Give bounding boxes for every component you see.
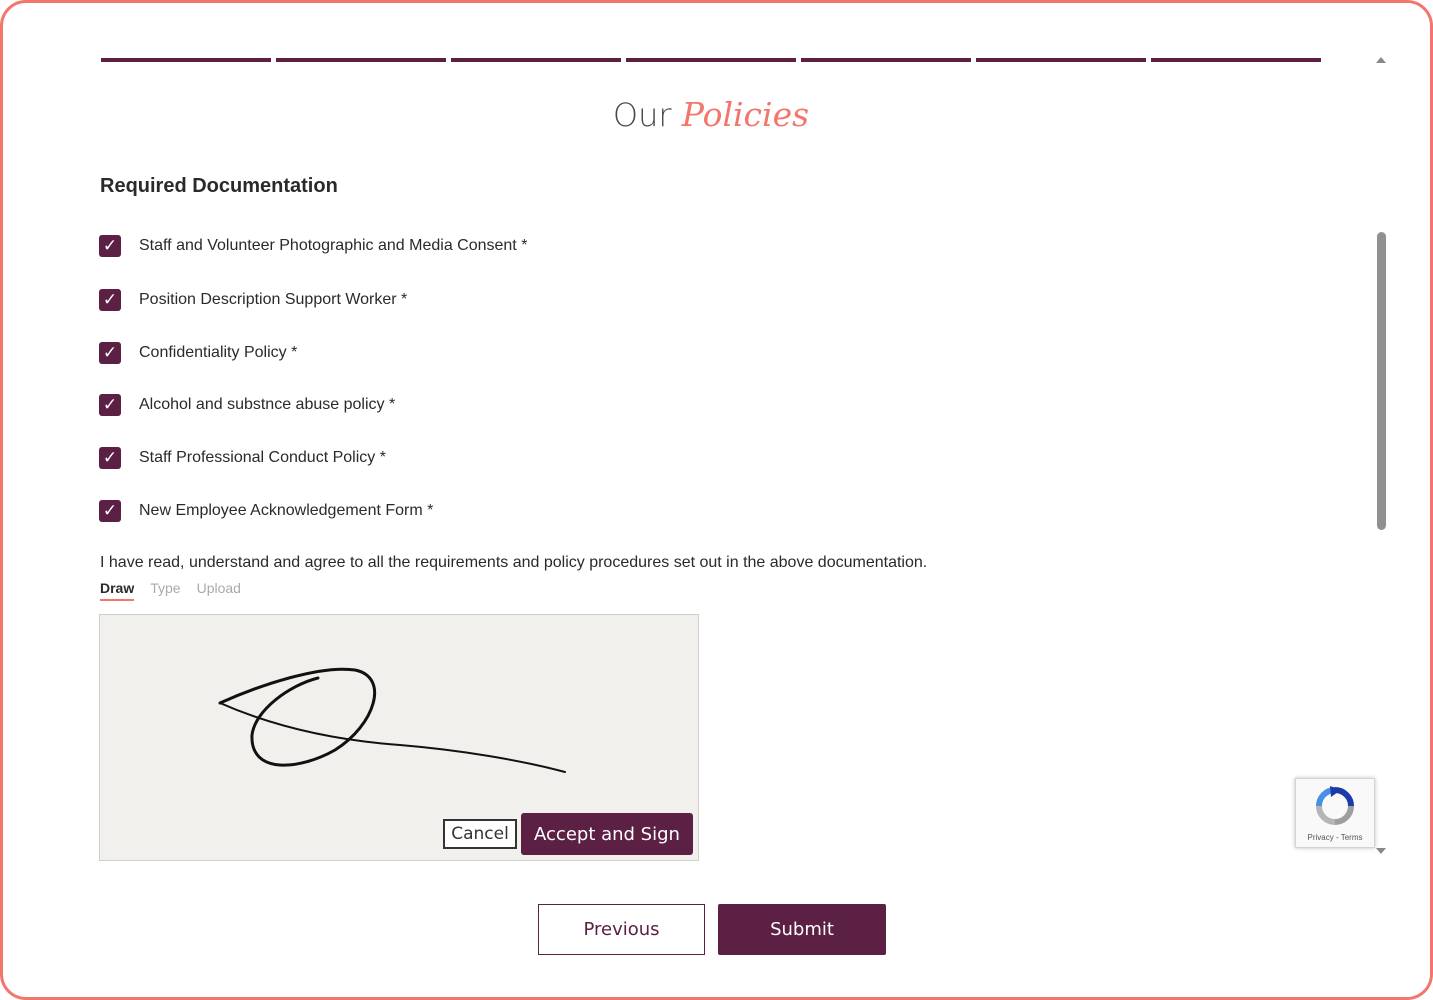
signature-cancel-button[interactable]: Cancel xyxy=(443,819,517,849)
document-label: Staff Professional Conduct Policy * xyxy=(139,449,386,466)
agreement-text: I have read, understand and agree to all… xyxy=(100,554,928,571)
scrollbar-thumb[interactable] xyxy=(1377,232,1386,530)
checkbox-checked[interactable]: ✓ xyxy=(99,500,121,522)
document-checkbox-position-description[interactable]: ✓ Position Description Support Worker * xyxy=(99,289,407,311)
progress-step xyxy=(451,58,621,62)
document-checkbox-conduct-policy[interactable]: ✓ Staff Professional Conduct Policy * xyxy=(99,447,386,469)
previous-button[interactable]: Previous xyxy=(538,904,705,955)
form-frame: Our Policies Required Documentation ✓ St… xyxy=(0,0,1433,1000)
document-checkbox-media-consent[interactable]: ✓ Staff and Volunteer Photographic and M… xyxy=(99,235,527,257)
scroll-down-arrow-icon[interactable] xyxy=(1376,848,1386,854)
check-icon: ✓ xyxy=(102,500,118,521)
progress-step xyxy=(801,58,971,62)
progress-bar xyxy=(101,58,1321,62)
check-icon: ✓ xyxy=(102,235,118,256)
check-icon: ✓ xyxy=(102,447,118,468)
progress-step xyxy=(626,58,796,62)
document-checkbox-alcohol-policy[interactable]: ✓ Alcohol and substnce abuse policy * xyxy=(99,394,395,416)
progress-step xyxy=(1151,58,1321,62)
accept-and-sign-button[interactable]: Accept and Sign xyxy=(521,813,693,855)
document-label: Alcohol and substnce abuse policy * xyxy=(139,396,396,413)
scroll-up-arrow-icon[interactable] xyxy=(1376,57,1386,63)
page-title: Our Policies xyxy=(3,95,1419,134)
check-icon: ✓ xyxy=(102,289,118,310)
progress-step xyxy=(976,58,1146,62)
check-icon: ✓ xyxy=(102,342,118,363)
section-heading: Required Documentation xyxy=(100,175,338,197)
tab-type[interactable]: Type xyxy=(150,580,180,601)
checkbox-checked[interactable]: ✓ xyxy=(99,394,121,416)
checkbox-checked[interactable]: ✓ xyxy=(99,447,121,469)
check-icon: ✓ xyxy=(102,394,118,415)
signature-tabs: Draw Type Upload xyxy=(100,580,241,601)
page-title-prefix: Our xyxy=(612,96,672,134)
signature-pad[interactable]: Cancel Accept and Sign xyxy=(99,614,699,861)
page-title-accent: Policies xyxy=(681,95,810,134)
recaptcha-icon xyxy=(1316,786,1354,825)
document-label: Staff and Volunteer Photographic and Med… xyxy=(139,237,528,254)
document-label: Confidentiality Policy * xyxy=(139,344,298,361)
checkbox-checked[interactable]: ✓ xyxy=(99,342,121,364)
document-checkbox-acknowledgement-form[interactable]: ✓ New Employee Acknowledgement Form * xyxy=(99,500,433,522)
document-label: Position Description Support Worker * xyxy=(139,291,408,308)
progress-step xyxy=(276,58,446,62)
document-label: New Employee Acknowledgement Form * xyxy=(139,502,434,519)
progress-step xyxy=(101,58,271,62)
recaptcha-links[interactable]: Privacy - Terms xyxy=(1296,833,1374,842)
document-checkbox-confidentiality[interactable]: ✓ Confidentiality Policy * xyxy=(99,342,297,364)
recaptcha-badge[interactable]: Privacy - Terms xyxy=(1295,778,1375,848)
submit-button[interactable]: Submit xyxy=(718,904,886,955)
checkbox-checked[interactable]: ✓ xyxy=(99,289,121,311)
tab-upload[interactable]: Upload xyxy=(197,580,241,601)
checkbox-checked[interactable]: ✓ xyxy=(99,235,121,257)
tab-draw[interactable]: Draw xyxy=(100,580,135,601)
